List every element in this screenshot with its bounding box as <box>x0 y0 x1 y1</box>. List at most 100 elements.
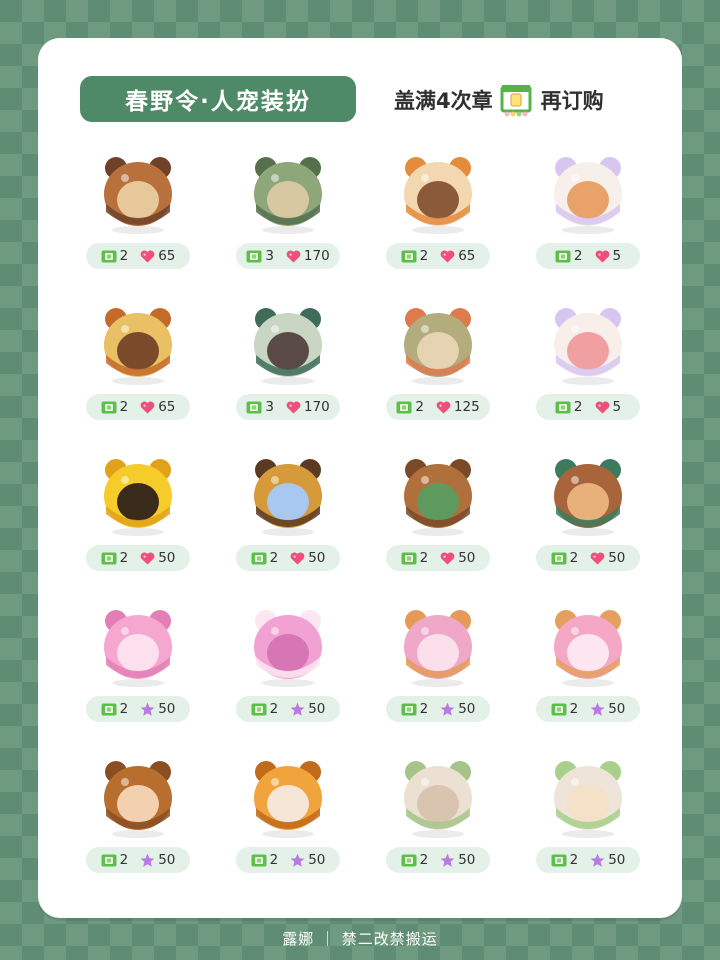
price-tag: 2 50 <box>536 847 640 873</box>
cream-bear-hood-image <box>392 750 484 842</box>
bear-bun-wig-image <box>92 297 184 389</box>
ticket-icon <box>101 552 117 565</box>
shop-item-brown-bear-hood[interactable]: 2 50 <box>386 448 490 588</box>
shop-item-pink-bunny-pet-hood[interactable]: 2 50 <box>236 599 340 739</box>
heart-icon <box>140 249 155 263</box>
ticket-icon <box>101 250 117 263</box>
star-icon <box>140 853 155 868</box>
shop-item-yellow-bee-hood[interactable]: 2 50 <box>86 448 190 588</box>
outfit-card: 春野令·人宠装扮 盖满4次章 再订购 2 65 3 170 2 65 2 5 2 65 3 170 2 1… <box>38 38 682 918</box>
price-tag: 2 50 <box>386 847 490 873</box>
ticket-count: 3 <box>265 399 274 415</box>
ticket-count: 2 <box>569 701 579 717</box>
ticket-icon <box>246 401 262 414</box>
shop-item-face-paint-paw[interactable]: 25 <box>536 146 640 286</box>
item-price: 125 <box>453 399 480 415</box>
ticket-count: 2 <box>119 701 129 717</box>
item-price: 65 <box>158 248 176 264</box>
star-icon <box>440 853 455 868</box>
shop-item-pink-bee-hood[interactable]: 2 50 <box>86 599 190 739</box>
item-price: 50 <box>158 701 176 717</box>
shop-item-bear-bucket-hat[interactable]: 2 65 <box>86 146 190 286</box>
item-price: 50 <box>458 550 476 566</box>
price-tag: 3 170 <box>236 243 340 269</box>
forest-vest-outfit-image <box>242 297 334 389</box>
shop-item-cream-bear-pet-hood[interactable]: 2 50 <box>536 750 640 890</box>
ticket-icon <box>551 552 567 565</box>
item-price: 170 <box>303 248 330 264</box>
ticket-icon <box>251 703 267 716</box>
item-price: 50 <box>608 701 626 717</box>
price-tag: 25 <box>536 394 640 420</box>
shop-item-cream-bear-hood[interactable]: 2 50 <box>386 750 490 890</box>
heart-icon <box>595 249 610 263</box>
shop-item-pink-bear-pet-hood[interactable]: 2 50 <box>536 599 640 739</box>
pink-bee-hood-image <box>92 599 184 691</box>
price-tag: 2 50 <box>236 545 340 571</box>
shop-item-bear-bun-wig[interactable]: 2 65 <box>86 297 190 437</box>
face-paint-paw-image <box>542 146 634 238</box>
ticket-icon <box>246 250 262 263</box>
shop-item-forest-vest-outfit[interactable]: 3 170 <box>236 297 340 437</box>
star-icon <box>590 702 605 717</box>
heart-icon <box>440 551 455 565</box>
star-icon <box>590 853 605 868</box>
ticket-count: 2 <box>419 248 429 264</box>
ticket-count: 2 <box>569 550 579 566</box>
price-tag: 2 65 <box>86 243 190 269</box>
star-icon <box>440 702 455 717</box>
ticket-icon <box>401 250 417 263</box>
ticket-count: 2 <box>119 399 129 415</box>
price-tag: 25 <box>536 243 640 269</box>
star-icon <box>140 702 155 717</box>
shop-item-green-ranger-outfit[interactable]: 3 170 <box>236 146 340 286</box>
shop-item-pink-bear-hood[interactable]: 2 50 <box>386 599 490 739</box>
heart-icon <box>140 551 155 565</box>
shop-item-brown-bee-hood[interactable]: 2 50 <box>86 750 190 890</box>
item-price: 50 <box>308 550 326 566</box>
stamp-notice: 盖满4次章 再订购 <box>394 80 604 120</box>
item-price: 50 <box>158 852 176 868</box>
notice-text-after: 再订购 <box>540 89 604 113</box>
shop-item-striped-bee-pet-hood[interactable]: 2 50 <box>236 448 340 588</box>
item-price: 170 <box>303 399 330 415</box>
shop-item-bear-backpack[interactable]: 2 125 <box>386 297 490 437</box>
face-paint-blush-image <box>542 297 634 389</box>
price-tag: 2 50 <box>386 696 490 722</box>
heart-icon <box>140 400 155 414</box>
ticket-count: 2 <box>119 550 129 566</box>
item-price: 50 <box>308 852 326 868</box>
ticket-count: 2 <box>573 399 583 415</box>
ticket-count: 3 <box>265 248 274 264</box>
heart-icon <box>286 400 301 414</box>
yellow-bee-hood-image <box>92 448 184 540</box>
price-tag: 2 50 <box>236 847 340 873</box>
star-icon <box>290 853 305 868</box>
item-price: 50 <box>458 852 476 868</box>
item-price: 65 <box>458 248 476 264</box>
ticket-count: 2 <box>415 399 424 415</box>
shop-item-orange-bunny-pet-hood[interactable]: 2 50 <box>236 750 340 890</box>
ticket-count: 2 <box>119 852 129 868</box>
heart-icon <box>290 551 305 565</box>
item-price: 50 <box>608 550 626 566</box>
shop-item-brown-bear-pet-hood[interactable]: 2 50 <box>536 448 640 588</box>
heart-icon <box>590 551 605 565</box>
price-tag: 2 65 <box>386 243 490 269</box>
price-tag: 2 50 <box>386 545 490 571</box>
cream-bear-pet-hood-image <box>542 750 634 842</box>
item-price: 50 <box>308 701 326 717</box>
price-tag: 2 50 <box>236 696 340 722</box>
ticket-count: 2 <box>269 550 279 566</box>
page-title: 春野令·人宠装扮 <box>125 89 311 115</box>
shop-item-bear-sneakers[interactable]: 2 65 <box>386 146 490 286</box>
item-price: 5 <box>612 399 622 415</box>
green-ranger-outfit-image <box>242 146 334 238</box>
price-tag: 2 65 <box>86 394 190 420</box>
shop-item-face-paint-blush[interactable]: 25 <box>536 297 640 437</box>
ticket-icon <box>396 401 412 414</box>
bear-backpack-image <box>392 297 484 389</box>
ticket-count: 2 <box>569 852 579 868</box>
brown-bear-pet-hood-image <box>542 448 634 540</box>
pink-bear-hood-image <box>392 599 484 691</box>
